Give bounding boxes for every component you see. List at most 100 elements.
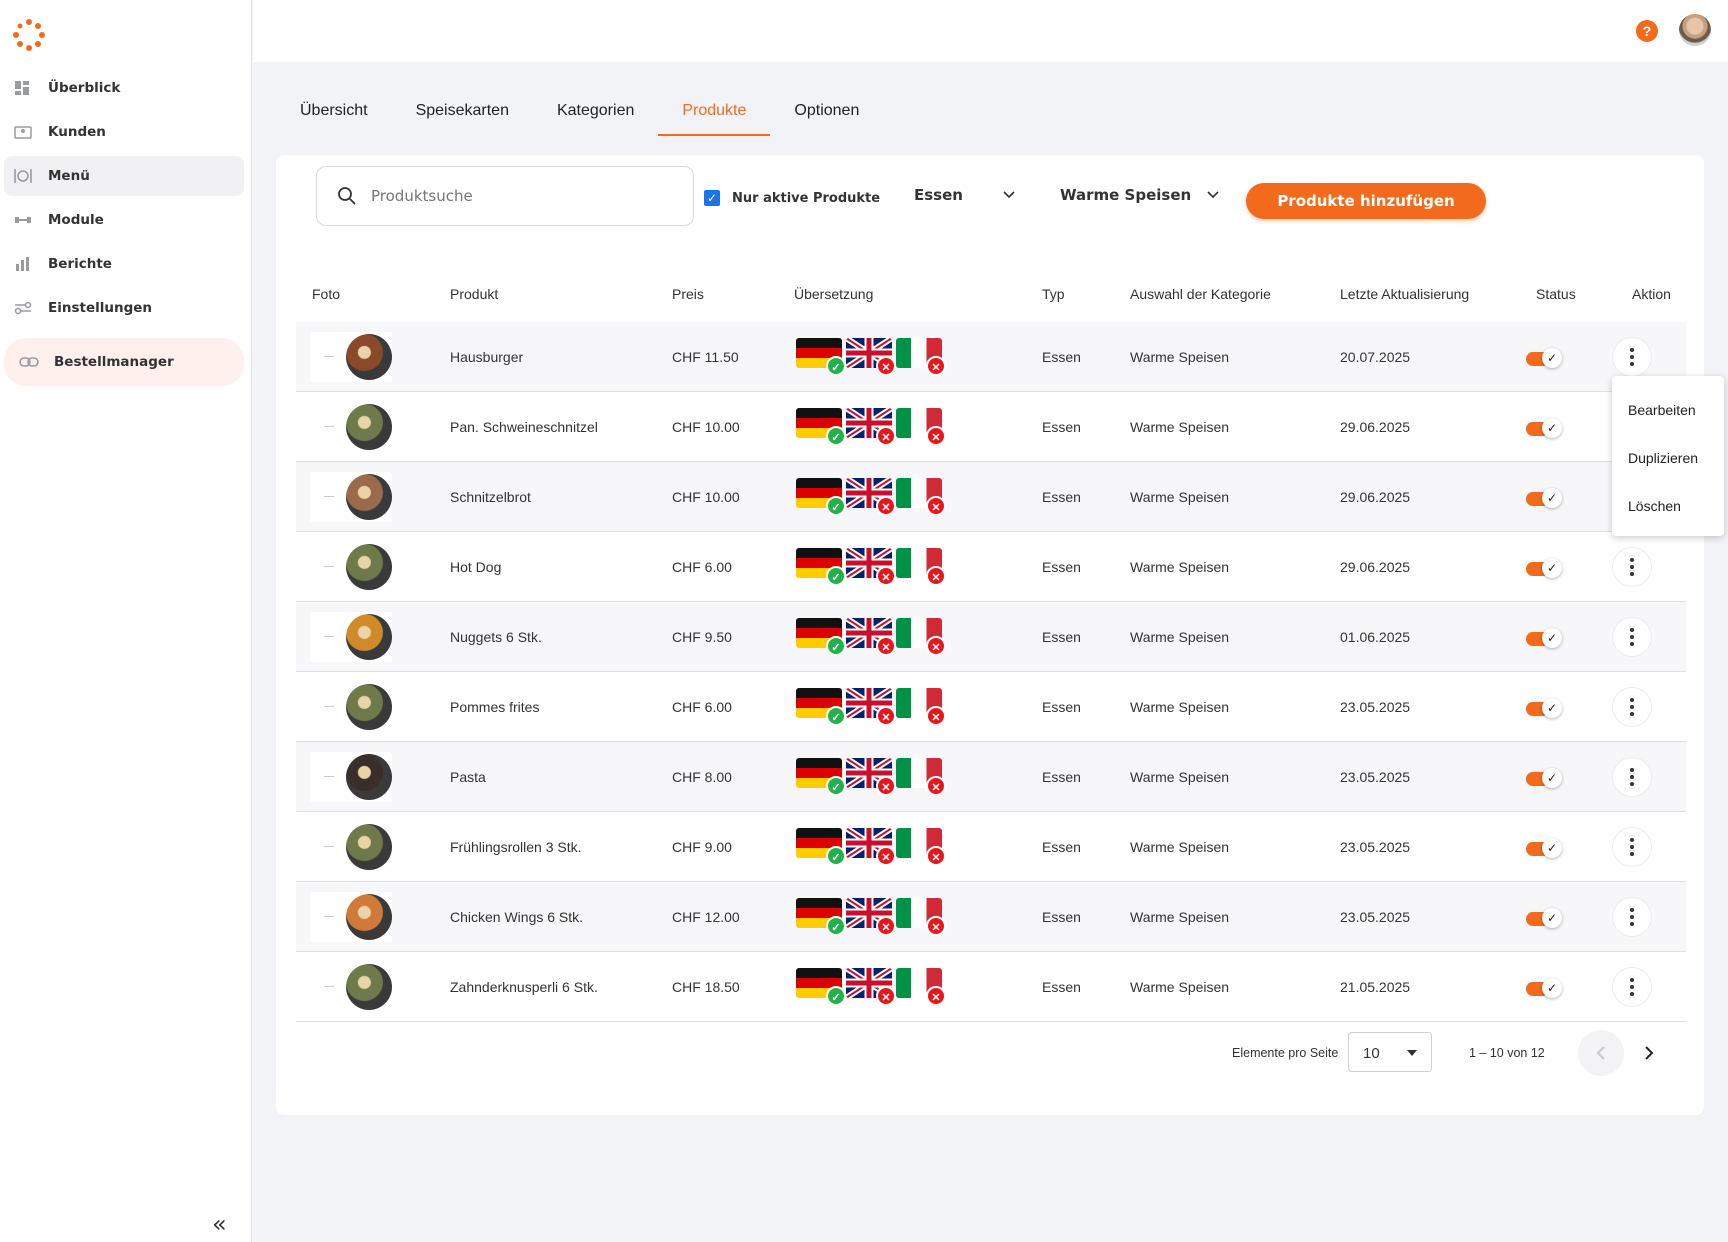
- last-updated: 23.05.2025: [1340, 699, 1411, 715]
- tab-produkte[interactable]: Produkte: [658, 92, 771, 136]
- status-toggle[interactable]: ✓: [1526, 558, 1562, 578]
- row-actions-button[interactable]: [1612, 687, 1652, 727]
- row-actions-button[interactable]: [1612, 757, 1652, 797]
- row-actions-button[interactable]: [1612, 547, 1652, 587]
- status-toggle[interactable]: ✓: [1526, 838, 1562, 858]
- active-only-checkbox[interactable]: ✓: [704, 190, 720, 206]
- product-name: Pasta: [450, 769, 486, 785]
- status-toggle[interactable]: ✓: [1526, 978, 1562, 998]
- status-toggle[interactable]: ✓: [1526, 768, 1562, 788]
- previous-page-button[interactable]: [1578, 1030, 1624, 1076]
- check-icon: ✓: [1542, 908, 1562, 928]
- product-name: Hot Dog: [450, 559, 502, 575]
- product-name: Pommes frites: [450, 699, 540, 715]
- search-box[interactable]: [316, 166, 694, 226]
- tab-optionen[interactable]: Optionen: [794, 92, 859, 136]
- row-actions-button[interactable]: [1612, 897, 1652, 937]
- status-toggle[interactable]: ✓: [1526, 488, 1562, 508]
- tab-bar: Übersicht Speisekarten Kategorien Produkte O…: [300, 92, 907, 136]
- product-category: Warme Speisen: [1130, 629, 1230, 645]
- table-row[interactable]: Pan. Schweineschnitzel CHF 10.00 ✓ ✕ ✕ Essen W…: [296, 392, 1686, 462]
- sidebar-item-einstellungen[interactable]: Einstellungen: [4, 288, 244, 328]
- product-name: Schnitzelbrot: [450, 489, 531, 505]
- check-icon: ✓: [826, 776, 846, 796]
- menu-item-bearbeiten[interactable]: Bearbeiten: [1612, 388, 1724, 436]
- sidebar-item-bestellmanager[interactable]: Bestellmanager: [4, 338, 244, 386]
- last-updated: 29.06.2025: [1340, 489, 1411, 505]
- status-toggle[interactable]: ✓: [1526, 348, 1562, 368]
- app-logo[interactable]: [12, 18, 46, 52]
- last-updated: 29.06.2025: [1340, 559, 1411, 575]
- sidebar-item-label: Einstellungen: [48, 300, 153, 316]
- table-row[interactable]: Zahnderknusperli 6 Stk. CHF 18.50 ✓ ✕ ✕ Essen…: [296, 952, 1686, 1022]
- status-toggle[interactable]: ✓: [1526, 698, 1562, 718]
- row-actions-button[interactable]: [1612, 337, 1652, 377]
- row-actions-button[interactable]: [1612, 617, 1652, 657]
- reports-icon: [12, 256, 34, 272]
- table-row[interactable]: Hot Dog CHF 6.00 ✓ ✕ ✕ Essen Warme Speisen 29.0…: [296, 532, 1686, 602]
- table-row[interactable]: Schnitzelbrot CHF 10.00 ✓ ✕ ✕ Essen Warme Spei…: [296, 462, 1686, 532]
- sidebar-item-kunden[interactable]: Kunden: [4, 112, 244, 152]
- column-header: Foto: [312, 286, 341, 302]
- status-toggle[interactable]: ✓: [1526, 908, 1562, 928]
- row-actions-button[interactable]: [1612, 967, 1652, 1007]
- check-icon: ✓: [826, 566, 846, 586]
- table-row[interactable]: Pasta CHF 8.00 ✓ ✕ ✕ Essen Warme Speisen 23.05.…: [296, 742, 1686, 812]
- more-vertical-icon: [1630, 908, 1634, 912]
- table-row[interactable]: Frühlingsrollen 3 Stk. CHF 9.00 ✓ ✕ ✕ Essen Wa…: [296, 812, 1686, 882]
- product-photo: [310, 402, 392, 452]
- menu-item-duplizieren[interactable]: Duplizieren: [1612, 436, 1724, 484]
- column-header: Typ: [1042, 286, 1065, 302]
- product-photo: [310, 332, 392, 382]
- close-icon: ✕: [926, 846, 946, 866]
- close-icon: ✕: [926, 566, 946, 586]
- table-row[interactable]: Hausburger CHF 11.50 ✓ ✕ ✕ Essen Warme Speisen…: [296, 322, 1686, 392]
- check-icon: ✓: [826, 356, 846, 376]
- pagination: Elemente pro Seite 10 1 – 10 von 12: [1232, 1030, 1682, 1076]
- check-icon: ✓: [1542, 348, 1562, 368]
- table-header: Foto Produkt Preis Übersetzung Typ Auswahl de…: [296, 286, 1686, 302]
- close-icon: ✕: [876, 846, 896, 866]
- category-filter-select[interactable]: Warme Speisen: [1060, 186, 1219, 204]
- column-header: Aktion: [1632, 286, 1671, 302]
- check-icon: ✓: [826, 846, 846, 866]
- table-row[interactable]: Nuggets 6 Stk. CHF 9.50 ✓ ✕ ✕ Essen Warme Spei…: [296, 602, 1686, 672]
- column-header: Preis: [672, 286, 704, 302]
- more-vertical-icon: [1630, 348, 1634, 352]
- menu-item-löschen[interactable]: Löschen: [1612, 484, 1724, 532]
- tab-speisekarten[interactable]: Speisekarten: [416, 92, 509, 136]
- search-input[interactable]: [371, 187, 671, 205]
- sidebar-item-menü[interactable]: Menü: [4, 156, 244, 196]
- per-page-select[interactable]: 10: [1348, 1032, 1432, 1072]
- tab-übersicht[interactable]: Übersicht: [300, 92, 368, 136]
- check-icon: ✓: [1542, 558, 1562, 578]
- sidebar-nav: Überblick Kunden Menü Module Berichte Einstel…: [4, 68, 244, 390]
- product-type: Essen: [1042, 979, 1081, 995]
- type-filter-select[interactable]: Essen: [914, 186, 1015, 204]
- row-actions-button[interactable]: [1612, 827, 1652, 867]
- next-page-button[interactable]: [1626, 1030, 1672, 1076]
- table-row[interactable]: Pommes frites CHF 6.00 ✓ ✕ ✕ Essen Warme Speis…: [296, 672, 1686, 742]
- row-action-menu: Bearbeiten Duplizieren Löschen: [1612, 376, 1724, 536]
- product-price: CHF 12.00: [672, 909, 740, 925]
- status-toggle[interactable]: ✓: [1526, 418, 1562, 438]
- active-only-filter[interactable]: ✓ Nur aktive Produkte: [704, 190, 880, 206]
- dashboard-icon: [12, 80, 34, 96]
- help-icon[interactable]: ?: [1636, 20, 1658, 42]
- user-avatar[interactable]: [1679, 14, 1711, 46]
- status-toggle[interactable]: ✓: [1526, 628, 1562, 648]
- page-range: 1 – 10 von 12: [1469, 1046, 1545, 1060]
- sidebar-item-überblick[interactable]: Überblick: [4, 68, 244, 108]
- product-name: Hausburger: [450, 349, 524, 365]
- table-row[interactable]: Chicken Wings 6 Stk. CHF 12.00 ✓ ✕ ✕ Essen War…: [296, 882, 1686, 952]
- close-icon: ✕: [926, 636, 946, 656]
- tab-kategorien[interactable]: Kategorien: [557, 92, 634, 136]
- product-category: Warme Speisen: [1130, 909, 1230, 925]
- collapse-sidebar-button[interactable]: «: [212, 1210, 227, 1238]
- sidebar-item-berichte[interactable]: Berichte: [4, 244, 244, 284]
- translation-status: ✓ ✕ ✕: [796, 686, 956, 728]
- add-products-button[interactable]: Produkte hinzufügen: [1246, 183, 1486, 219]
- sidebar-item-module[interactable]: Module: [4, 200, 244, 240]
- product-type: Essen: [1042, 559, 1081, 575]
- product-photo: [310, 472, 392, 522]
